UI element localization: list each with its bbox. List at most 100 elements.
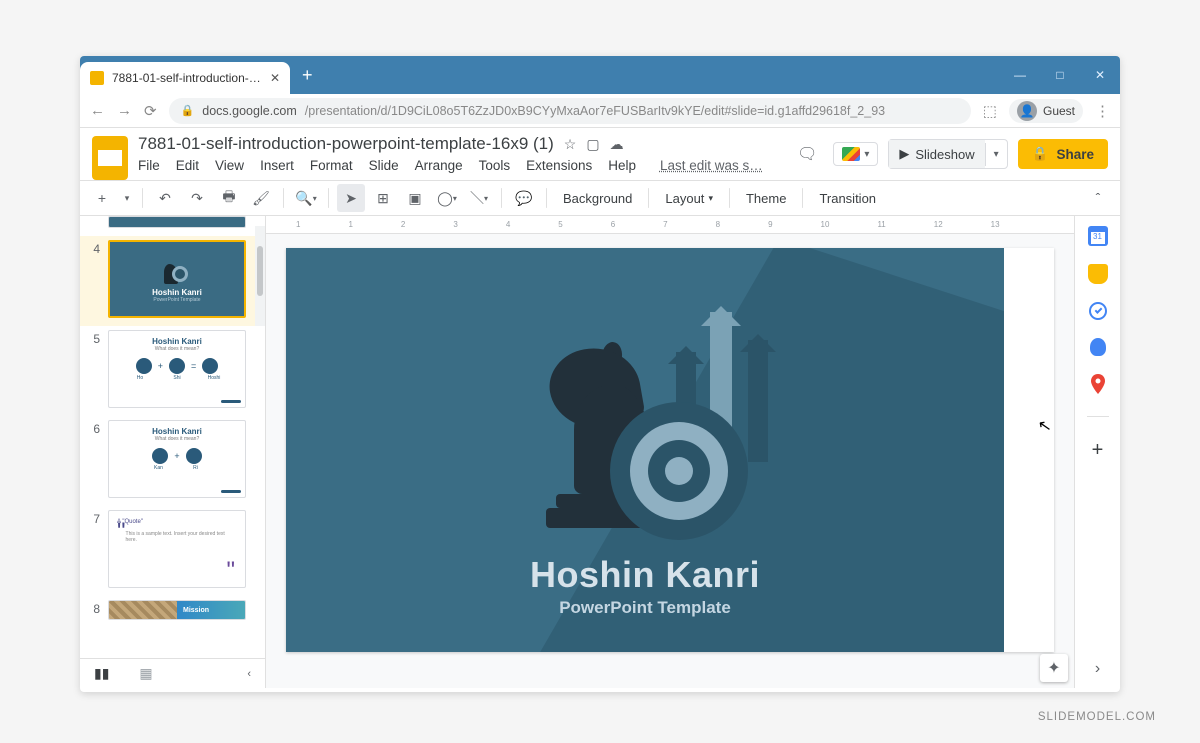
add-addon-button[interactable]: + — [1092, 439, 1104, 462]
filmstrip-view-icon[interactable]: ▮▮ — [94, 665, 109, 682]
nav-reload-icon[interactable]: ⟳ — [144, 102, 157, 120]
present-icon: ▶ — [899, 146, 909, 162]
browser-menu-icon[interactable]: ⋮ — [1095, 102, 1110, 120]
collapse-sidepanel-icon[interactable]: › — [1095, 660, 1100, 678]
collapse-toolbar-icon[interactable]: ˆ — [1084, 184, 1112, 212]
menu-insert[interactable]: Insert — [260, 158, 294, 173]
move-icon[interactable]: ▢ — [586, 136, 599, 153]
print-icon[interactable]: 🖶 — [215, 184, 243, 212]
calendar-icon[interactable]: 31 — [1088, 226, 1108, 246]
menu-edit[interactable]: Edit — [176, 158, 199, 173]
slides-logo-icon[interactable] — [92, 136, 128, 180]
slide-subtitle: PowerPoint Template — [286, 598, 1004, 618]
contacts-icon[interactable] — [1090, 338, 1106, 356]
watermark: SLIDEMODEL.COM — [1038, 711, 1156, 723]
cloud-saved-icon[interactable]: ☁ — [610, 136, 624, 153]
menu-arrange[interactable]: Arrange — [415, 158, 463, 173]
menu-view[interactable]: View — [215, 158, 244, 173]
menu-bar: File Edit View Insert Format Slide Arran… — [138, 158, 763, 173]
profile-chip[interactable]: 👤 Guest — [1009, 99, 1083, 123]
new-tab-button[interactable]: + — [290, 56, 325, 94]
window-close-icon[interactable]: ✕ — [1080, 56, 1120, 94]
window-minimize-icon[interactable]: — — [1000, 56, 1040, 94]
slideshow-button[interactable]: ▶Slideshow ▾ — [888, 139, 1007, 169]
transition-button[interactable]: Transition — [811, 184, 884, 212]
menu-slide[interactable]: Slide — [369, 158, 399, 173]
layout-button[interactable]: Layout▾ — [657, 184, 721, 212]
slide-canvas-area: 112345678910111213 Hoshin Kanri PowerPoi… — [266, 216, 1074, 688]
slide-thumbnail-4[interactable]: Hoshin Kanri PowerPoint Template — [108, 240, 246, 318]
comments-icon[interactable]: 🗨 — [791, 138, 823, 170]
paint-format-icon[interactable]: 🖌 — [247, 184, 275, 212]
grid-view-icon[interactable]: ▦ — [139, 665, 152, 682]
menu-extensions[interactable]: Extensions — [526, 158, 592, 173]
share-button[interactable]: 🔒 Share — [1018, 139, 1108, 169]
slide-thumbnail-7[interactable]: A "Quote" " This is a sample text. Inser… — [108, 510, 246, 588]
tasks-icon[interactable] — [1089, 302, 1107, 320]
share-label: Share — [1056, 147, 1094, 162]
toolbar: + ▾ ↶ ↷ 🖶 🖌 🔍▾ ➤ ⊞ ▣ ◯▾ ＼▾ 💬 Background … — [80, 180, 1120, 216]
browser-tab[interactable]: 7881-01-self-introduction-powe ✕ — [80, 62, 290, 94]
slide-thumbnail-8[interactable]: Mission — [108, 600, 246, 620]
menu-help[interactable]: Help — [608, 158, 636, 173]
url-host: docs.google.com — [202, 104, 297, 118]
line-icon[interactable]: ＼▾ — [465, 184, 493, 212]
avatar-icon: 👤 — [1017, 101, 1037, 121]
background-button[interactable]: Background — [555, 184, 640, 212]
slide-thumbnail-5[interactable]: Hoshin Kanri What does it mean? += HoShi… — [108, 330, 246, 408]
comment-add-icon[interactable]: 💬 — [510, 184, 538, 212]
menu-tools[interactable]: Tools — [479, 158, 511, 173]
redo-icon[interactable]: ↷ — [183, 184, 211, 212]
new-slide-button[interactable]: + — [88, 184, 116, 212]
slideshow-caret[interactable]: ▾ — [985, 143, 1007, 166]
slide-thumbnail-partial[interactable] — [108, 216, 246, 228]
filmstrip-scrollbar[interactable] — [255, 226, 265, 326]
menu-file[interactable]: File — [138, 158, 160, 173]
maps-icon[interactable] — [1088, 374, 1108, 394]
lock-icon: 🔒 — [1032, 146, 1049, 162]
nav-back-icon[interactable]: ← — [90, 102, 105, 119]
explore-button[interactable]: ✦ — [1040, 654, 1068, 682]
window-maximize-icon[interactable]: □ — [1040, 56, 1080, 94]
tab-close-icon[interactable]: ✕ — [270, 71, 280, 85]
url-path: /presentation/d/1D9CiL08o5T6ZzJD0xB9CYyM… — [305, 104, 885, 118]
theme-button[interactable]: Theme — [738, 184, 794, 212]
star-icon[interactable]: ☆ — [564, 136, 577, 153]
profile-label: Guest — [1043, 104, 1075, 118]
thumb-title: Hoshin Kanri — [152, 288, 202, 297]
hk-icon — [162, 256, 192, 284]
lock-icon: 🔒 — [181, 104, 195, 117]
undo-icon[interactable]: ↶ — [151, 184, 179, 212]
install-app-icon[interactable]: ⬚ — [983, 102, 997, 120]
last-edit-link[interactable]: Last edit was s… — [660, 158, 763, 173]
image-icon[interactable]: ▣ — [401, 184, 429, 212]
chevron-down-icon: ▾ — [864, 149, 869, 160]
thumb-sub: PowerPoint Template — [153, 297, 200, 303]
chevron-down-icon: ▾ — [708, 193, 713, 204]
side-panel: 31 + › — [1074, 216, 1120, 688]
slide-canvas[interactable]: Hoshin Kanri PowerPoint Template — [286, 248, 1054, 652]
meet-button[interactable]: ▾ — [833, 142, 878, 166]
collapse-sidebar-icon[interactable]: ‹ — [247, 668, 251, 680]
header-actions: 🗨 ▾ ▶Slideshow ▾ 🔒 Share — [791, 138, 1108, 170]
horizontal-ruler: 112345678910111213 — [266, 216, 1074, 234]
textbox-icon[interactable]: ⊞ — [369, 184, 397, 212]
slide-thumbnail-6[interactable]: Hoshin Kanri What does it mean? + KanRi — [108, 420, 246, 498]
select-tool-icon[interactable]: ➤ — [337, 184, 365, 212]
thumb-number: 5 — [90, 330, 100, 408]
meet-icon — [842, 147, 860, 161]
nav-forward-icon[interactable]: → — [117, 102, 132, 119]
filmstrip-view-switcher: ▮▮ ▦ ‹ — [80, 658, 265, 688]
address-bar: ← → ⟳ 🔒 docs.google.com/presentation/d/1… — [80, 94, 1120, 128]
favicon-slides-icon — [90, 71, 104, 85]
menu-format[interactable]: Format — [310, 158, 353, 173]
document-title[interactable]: 7881-01-self-introduction-powerpoint-tem… — [138, 134, 554, 154]
thumb-sub: What does it mean? — [155, 346, 199, 352]
thumb-title: Hoshin Kanri — [152, 337, 202, 346]
new-slide-caret[interactable]: ▾ — [120, 184, 134, 212]
keep-icon[interactable] — [1088, 264, 1108, 284]
thumb-number: 7 — [90, 510, 100, 588]
url-input[interactable]: 🔒 docs.google.com/presentation/d/1D9CiL0… — [169, 98, 971, 124]
shape-icon[interactable]: ◯▾ — [433, 184, 461, 212]
zoom-icon[interactable]: 🔍▾ — [292, 184, 320, 212]
